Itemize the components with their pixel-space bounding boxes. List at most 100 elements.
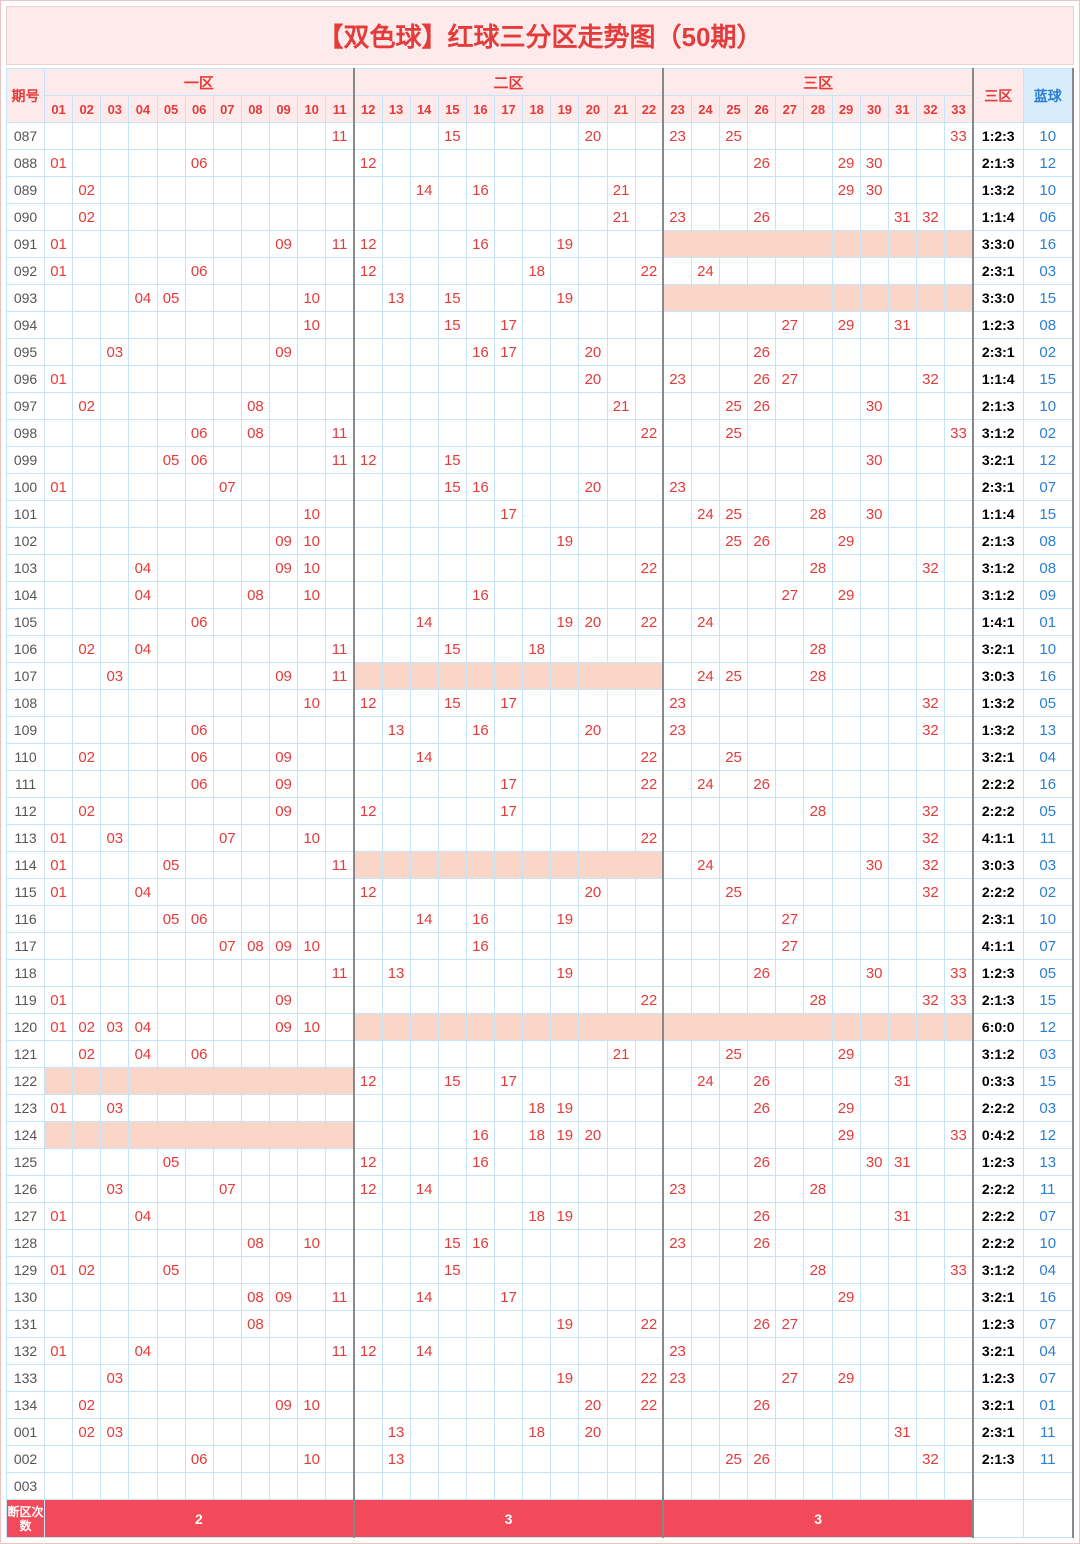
num-cell bbox=[832, 420, 860, 447]
num-cell: 25 bbox=[720, 501, 748, 528]
num-cell bbox=[720, 825, 748, 852]
num-cell bbox=[691, 312, 719, 339]
period-cell: 098 bbox=[7, 420, 45, 447]
ratio-cell: 2:2:2 bbox=[973, 798, 1023, 825]
num-cell bbox=[382, 150, 410, 177]
num-cell bbox=[354, 1446, 382, 1473]
num-cell bbox=[382, 609, 410, 636]
num-cell: 17 bbox=[495, 501, 523, 528]
num-cell: 10 bbox=[298, 1230, 326, 1257]
num-cell: 02 bbox=[73, 744, 101, 771]
num-cell bbox=[382, 1203, 410, 1230]
num-cell: 16 bbox=[466, 231, 494, 258]
num-cell: 28 bbox=[804, 663, 832, 690]
period-cell: 125 bbox=[7, 1149, 45, 1176]
num-cell bbox=[410, 258, 438, 285]
num-cell bbox=[607, 1203, 635, 1230]
ratio-cell: 1:1:4 bbox=[973, 501, 1023, 528]
num-cell bbox=[607, 1095, 635, 1122]
num-cell bbox=[326, 366, 354, 393]
num-cell bbox=[523, 1149, 551, 1176]
num-cell bbox=[748, 609, 776, 636]
num-cell bbox=[213, 258, 241, 285]
num-cell bbox=[466, 1365, 494, 1392]
period-cell: 089 bbox=[7, 177, 45, 204]
num-cell bbox=[466, 1014, 494, 1041]
num-cell bbox=[888, 1473, 916, 1500]
num-cell bbox=[326, 1149, 354, 1176]
num-cell: 09 bbox=[270, 1284, 298, 1311]
num-cell bbox=[185, 1014, 213, 1041]
num-cell bbox=[663, 825, 691, 852]
num-cell bbox=[916, 1014, 944, 1041]
num-cell bbox=[73, 231, 101, 258]
num-header: 26 bbox=[748, 96, 776, 123]
num-cell bbox=[832, 393, 860, 420]
num-cell: 27 bbox=[776, 582, 804, 609]
num-cell: 11 bbox=[326, 123, 354, 150]
num-cell: 19 bbox=[551, 960, 579, 987]
num-cell bbox=[523, 501, 551, 528]
table-row: 1340209102022263:2:101 bbox=[7, 1392, 1074, 1419]
num-cell: 11 bbox=[326, 960, 354, 987]
ratio-cell: 1:2:3 bbox=[973, 1311, 1023, 1338]
num-cell bbox=[691, 744, 719, 771]
num-cell bbox=[832, 987, 860, 1014]
num-cell bbox=[129, 528, 157, 555]
num-cell bbox=[410, 1122, 438, 1149]
num-cell bbox=[185, 231, 213, 258]
num-cell bbox=[916, 636, 944, 663]
num-cell bbox=[776, 1284, 804, 1311]
num-cell bbox=[495, 1149, 523, 1176]
num-cell bbox=[270, 1068, 298, 1095]
num-cell bbox=[579, 312, 607, 339]
num-cell bbox=[720, 366, 748, 393]
num-cell bbox=[663, 663, 691, 690]
num-cell bbox=[326, 555, 354, 582]
num-cell bbox=[945, 555, 974, 582]
num-cell bbox=[663, 150, 691, 177]
num-cell bbox=[523, 1365, 551, 1392]
num-cell: 23 bbox=[663, 474, 691, 501]
num-cell bbox=[298, 717, 326, 744]
num-cell bbox=[720, 1419, 748, 1446]
num-cell bbox=[213, 609, 241, 636]
num-cell bbox=[607, 852, 635, 879]
num-cell bbox=[354, 717, 382, 744]
num-cell bbox=[523, 879, 551, 906]
num-cell bbox=[945, 744, 974, 771]
num-cell bbox=[776, 1392, 804, 1419]
num-cell bbox=[916, 663, 944, 690]
num-cell bbox=[466, 1473, 494, 1500]
num-cell bbox=[73, 1338, 101, 1365]
num-cell bbox=[691, 393, 719, 420]
num-cell bbox=[298, 1257, 326, 1284]
num-cell bbox=[129, 744, 157, 771]
num-cell bbox=[326, 987, 354, 1014]
num-cell bbox=[804, 582, 832, 609]
period-cell: 111 bbox=[7, 771, 45, 798]
num-cell bbox=[748, 1176, 776, 1203]
num-cell bbox=[101, 1338, 129, 1365]
num-cell bbox=[157, 636, 185, 663]
num-cell bbox=[916, 771, 944, 798]
table-row: 0970208212526302:1:310 bbox=[7, 393, 1074, 420]
num-cell bbox=[241, 879, 269, 906]
num-cell bbox=[157, 987, 185, 1014]
blue-cell: 07 bbox=[1023, 933, 1073, 960]
num-cell bbox=[382, 528, 410, 555]
num-cell bbox=[73, 474, 101, 501]
num-cell: 17 bbox=[495, 798, 523, 825]
num-cell bbox=[45, 1419, 73, 1446]
period-cell: 110 bbox=[7, 744, 45, 771]
num-cell bbox=[579, 528, 607, 555]
num-cell bbox=[326, 528, 354, 555]
num-cell bbox=[354, 1041, 382, 1068]
num-cell bbox=[495, 1365, 523, 1392]
num-cell bbox=[916, 339, 944, 366]
num-cell bbox=[157, 1473, 185, 1500]
num-cell: 33 bbox=[945, 420, 974, 447]
num-cell bbox=[466, 285, 494, 312]
num-cell: 02 bbox=[73, 204, 101, 231]
num-cell: 08 bbox=[241, 393, 269, 420]
